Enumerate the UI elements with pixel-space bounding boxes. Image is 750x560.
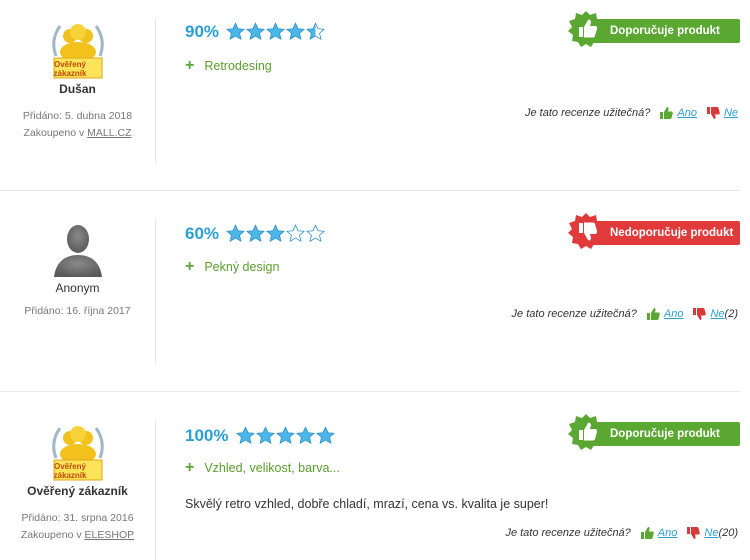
recommendation-label: Nedoporučuje produkt — [588, 221, 740, 245]
thumbs-down-small-icon — [687, 527, 701, 539]
shop-link[interactable]: ELESHOP — [85, 529, 135, 541]
author-name: Ověřený zákazník — [27, 484, 128, 498]
rating-percent: 60% — [185, 224, 220, 243]
recommendation-badge: Doporučuje produkt — [568, 11, 740, 47]
added-date: Přidáno: 16. října 2017 — [24, 305, 131, 317]
star-icon — [296, 426, 315, 444]
recommendation-label: Doporučuje produkt — [588, 422, 740, 446]
star-icon — [276, 426, 295, 444]
added-date: Přidáno: 5. dubna 2018 — [22, 110, 133, 122]
thumbs-down-icon — [568, 213, 604, 249]
star-icon — [226, 224, 245, 242]
review-author: Anonym Přidáno: 16. října 2017 — [0, 219, 156, 364]
star-icon — [226, 22, 245, 40]
thumbs-up-small-icon — [646, 308, 660, 320]
author-meta: Přidáno: 16. října 2017 — [0, 303, 155, 320]
pro-text: Pekný design — [204, 260, 280, 274]
helpful-question: Je tato recenze užitečná? — [505, 527, 631, 539]
helpful-no-link[interactable]: Ne — [710, 308, 724, 320]
helpful-yes-link[interactable]: Ano — [658, 527, 678, 539]
bought-prefix: Zakoupeno v — [23, 127, 88, 139]
star-icon — [286, 22, 305, 40]
review-author: Ověřený zákazník Dušan Přidáno: 5. dubna… — [0, 18, 156, 163]
helpful-no-link[interactable]: Ne — [724, 107, 738, 119]
thumbs-down-small-icon — [693, 308, 707, 320]
star-half-icon — [306, 22, 325, 40]
helpful-no-count: (20) — [718, 527, 738, 539]
helpful-question: Je tato recenze užitečná? — [511, 308, 637, 320]
review-text: Skvělý retro vzhled, dobře chladí, mrazí… — [185, 497, 549, 511]
author-meta: Přidáno: 31. srpna 2016 Zakoupeno v ELES… — [0, 510, 155, 544]
star-icon — [266, 224, 285, 242]
author-name: Dušan — [59, 82, 96, 96]
thumbs-up-small-icon — [660, 107, 674, 119]
rating-percent: 90% — [185, 22, 220, 41]
star-empty-icon — [286, 224, 305, 242]
plus-icon: + — [185, 57, 195, 74]
recommendation-badge: Nedoporučuje produkt — [568, 213, 740, 249]
review-2: Anonym Přidáno: 16. října 2017 60% + Pek… — [0, 191, 750, 391]
helpful-no-link[interactable]: Ne — [704, 527, 718, 539]
bought-at: Zakoupeno v MALL.CZ — [0, 125, 155, 142]
pro-text: Vzhled, velikost, barva... — [204, 461, 340, 475]
bought-prefix: Zakoupeno v — [20, 529, 85, 541]
review-author: Ověřený zákazník Ověřený zákazník Přidán… — [0, 420, 156, 560]
shop-link[interactable]: MALL.CZ — [87, 127, 131, 139]
helpful-yes-link[interactable]: Ano — [677, 107, 697, 119]
star-icon — [246, 22, 265, 40]
pro-item: + Retrodesing — [185, 57, 272, 75]
rating-percent: 100% — [185, 426, 229, 445]
pro-item: + Vzhled, velikost, barva... — [185, 459, 340, 477]
helpful-bar: Je tato recenze užitečná? Ano Ne (20) — [505, 527, 738, 539]
rating-stars — [236, 426, 335, 445]
helpful-question: Je tato recenze užitečná? — [525, 107, 651, 119]
thumbs-down-small-icon — [706, 107, 720, 119]
helpful-yes-link[interactable]: Ano — [664, 308, 684, 320]
rating-stars — [226, 224, 325, 243]
plus-icon: + — [185, 459, 195, 476]
added-date: Přidáno: 31. srpna 2016 — [21, 512, 134, 524]
author-meta: Přidáno: 5. dubna 2018 Zakoupeno v MALL.… — [0, 108, 155, 142]
author-name: Anonym — [55, 281, 100, 295]
star-icon — [246, 224, 265, 242]
thumbs-up-icon — [568, 414, 604, 450]
star-icon — [236, 426, 255, 444]
recommendation-badge: Doporučuje produkt — [568, 414, 740, 450]
pro-text: Retrodesing — [204, 59, 272, 73]
plus-icon: + — [185, 258, 195, 275]
star-icon — [316, 426, 335, 444]
star-empty-icon — [306, 224, 325, 242]
verified-badge-label: Ověřený zákazník — [53, 462, 87, 480]
bought-at: Zakoupeno v ELESHOP — [0, 527, 155, 544]
rating-stars — [226, 22, 325, 41]
helpful-bar: Je tato recenze užitečná? Ano Ne — [525, 107, 738, 119]
pro-item: + Pekný design — [185, 258, 279, 276]
thumbs-up-small-icon — [640, 527, 654, 539]
thumbs-up-icon — [568, 11, 604, 47]
helpful-no-count: (2) — [724, 308, 738, 320]
review-3: Ověřený zákazník Ověřený zákazník Přidán… — [0, 392, 750, 560]
star-icon — [266, 22, 285, 40]
star-icon — [256, 426, 275, 444]
review-1: Ověřený zákazník Dušan Přidáno: 5. dubna… — [0, 0, 750, 190]
anonymous-avatar-icon — [53, 225, 102, 277]
recommendation-label: Doporučuje produkt — [588, 19, 740, 43]
helpful-bar: Je tato recenze užitečná? Ano Ne (2) — [512, 308, 738, 320]
verified-badge-label: Ověřený zákazník — [53, 60, 87, 78]
